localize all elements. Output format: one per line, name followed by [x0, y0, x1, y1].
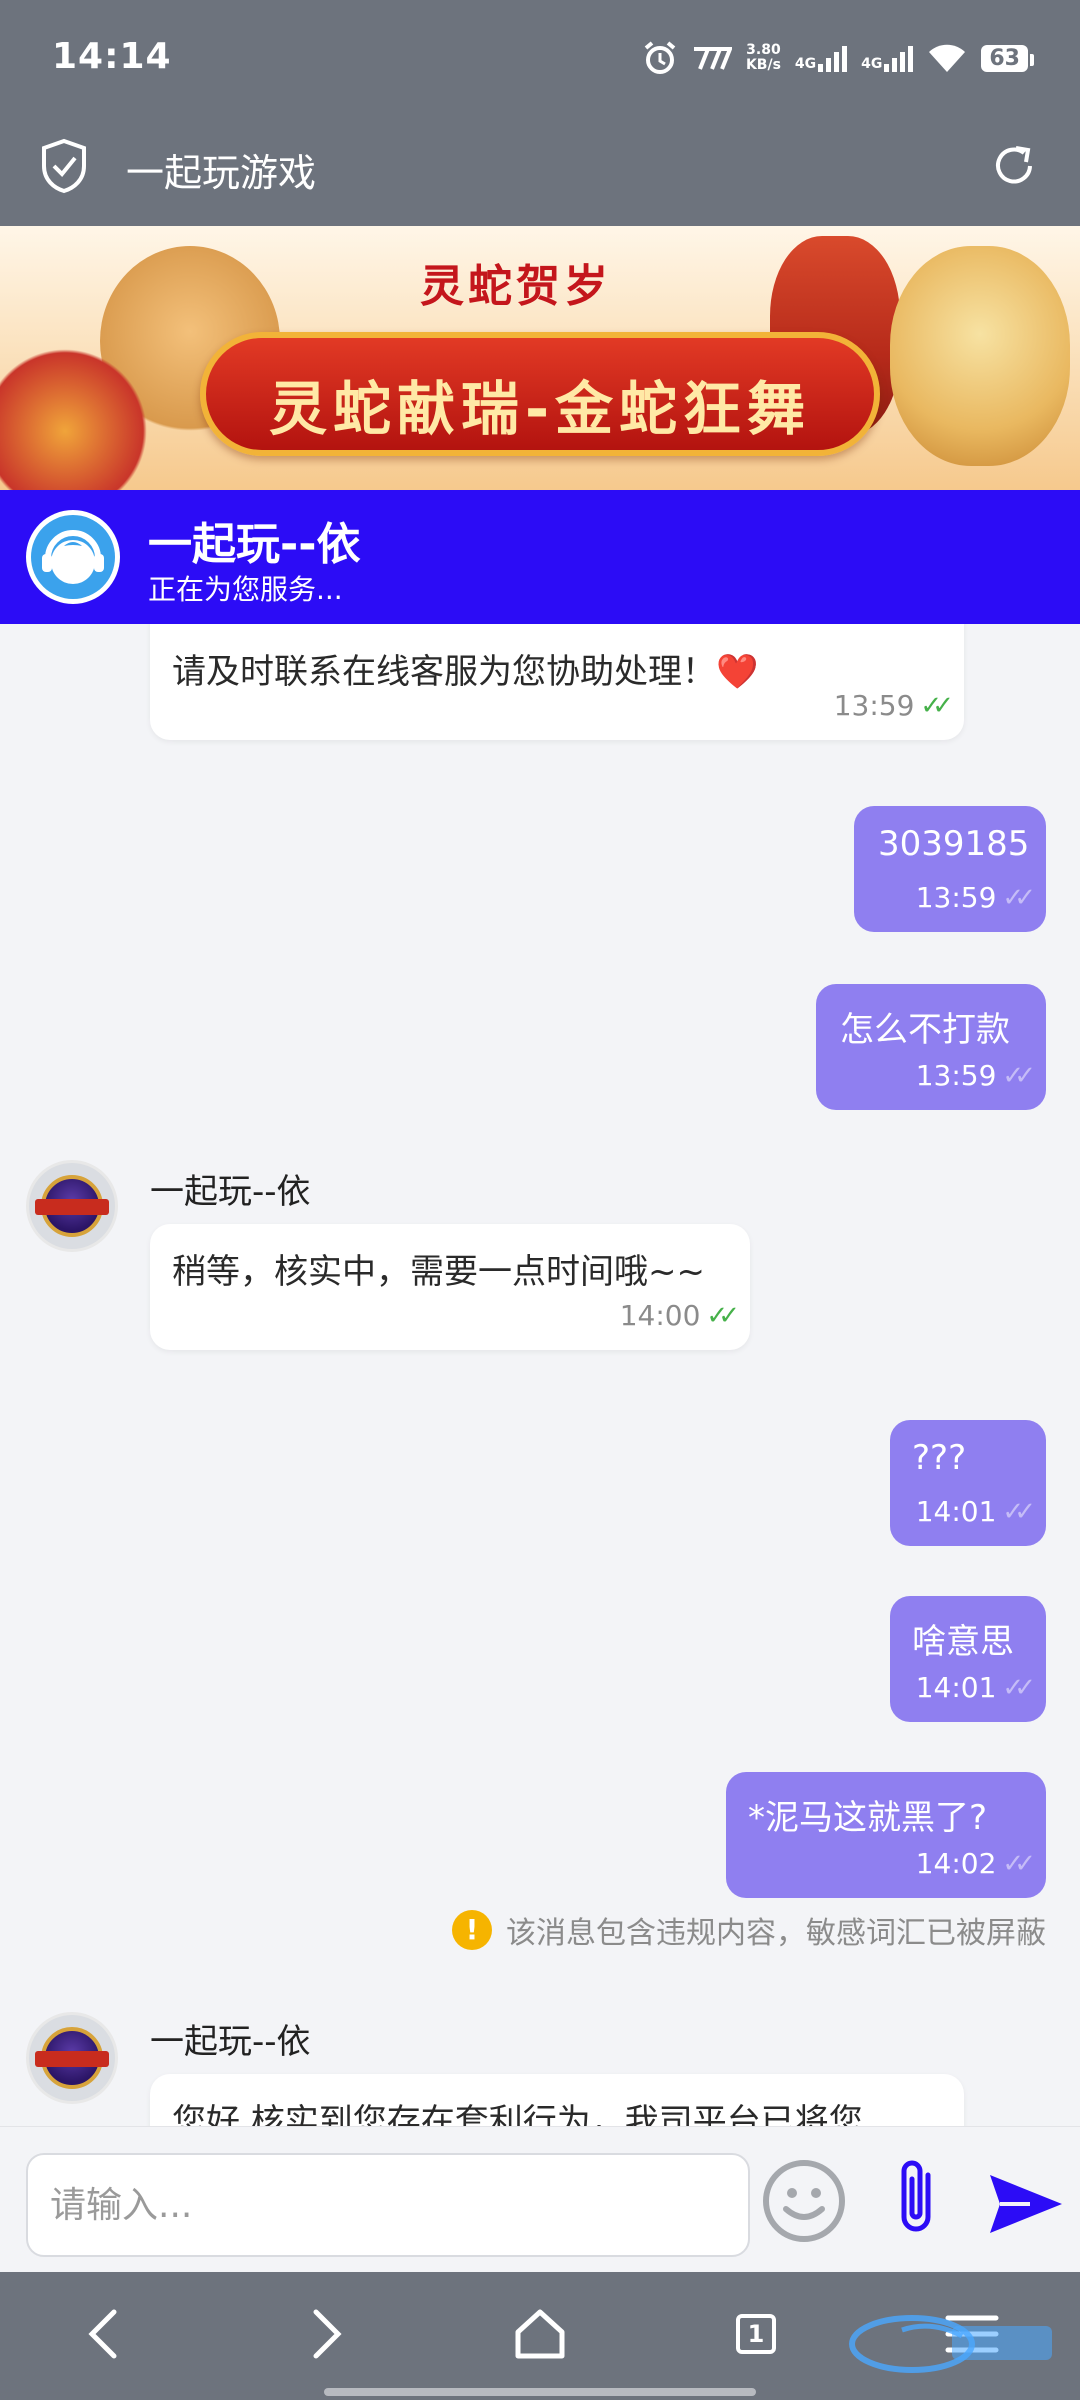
message-text: ??? [912, 1438, 967, 1478]
banner-plaque: 灵蛇献瑞-金蛇狂舞 [200, 332, 880, 456]
send-icon[interactable] [986, 2171, 1066, 2237]
watermark-logo-icon [849, 2315, 1052, 2373]
message-meta: 14:00 ✓✓ [619, 1299, 740, 1332]
browser-toolbar: 一起玩游戏 [0, 112, 1080, 226]
message-time: 14:01 [915, 1495, 997, 1528]
tab-count: 1 [736, 2314, 776, 2354]
agent-avatar[interactable] [26, 2012, 118, 2104]
wifi-icon [929, 44, 966, 72]
read-check-icon: ✓✓ [920, 690, 953, 721]
read-check-icon: ✓✓ [706, 1300, 739, 1331]
message-bubble-incoming[interactable]: 请及时联系在线客服为您协助处理！❤️ 13:59 ✓✓ [150, 624, 964, 740]
promo-banner[interactable]: 灵蛇贺岁 灵蛇献瑞-金蛇狂舞 [0, 226, 1080, 490]
network-speed: 3.80 KB/s [746, 43, 781, 73]
page-title: 一起玩游戏 [126, 151, 317, 195]
message-bubble-incoming[interactable]: 您好,核实到您存在套利行为，我司平台已将您 [150, 2074, 964, 2126]
message-text: 请及时联系在线客服为您协助处理！❤️ [172, 652, 759, 692]
message-text: 稍等，核实中，需要一点时间哦~~ [172, 1252, 705, 1292]
message-bubble-outgoing[interactable]: *泥马这就黑了? 14:02 ✓✓ [726, 1772, 1046, 1898]
signal-2: 4G [861, 44, 914, 72]
banner-tagline: 灵蛇贺岁 [420, 261, 612, 312]
clock: 14:14 [52, 36, 172, 77]
message-time: 14:01 [915, 1671, 997, 1704]
message-text: *泥马这就黑了? [748, 1798, 988, 1838]
status-bar: 14:14 3.80 KB/s 4G 4G 63 [0, 0, 1080, 112]
message-text: 您好,核实到您存在套利行为，我司平台已将您 [172, 2102, 863, 2126]
message-meta: 13:59 ✓✓ [915, 881, 1036, 914]
message-meta: 14:01 ✓✓ [915, 1495, 1036, 1528]
agent-name: 一起玩--依 [148, 519, 361, 570]
game-logo-ribbon [35, 1199, 109, 1215]
game-logo-ribbon [35, 2051, 109, 2067]
tabs-button[interactable]: 1 [716, 2294, 796, 2374]
shield-check-icon[interactable] [40, 138, 88, 194]
sender-name: 一起玩--依 [150, 1172, 311, 1212]
message-bubble-incoming[interactable]: 稍等，核实中，需要一点时间哦~~ 14:00 ✓✓ [150, 1224, 750, 1350]
message-time: 13:59 [915, 881, 997, 914]
message-bubble-outgoing[interactable]: 3039185 13:59 ✓✓ [854, 806, 1046, 932]
status-icons: 3.80 KB/s 4G 4G 63 [642, 38, 1034, 78]
back-icon[interactable] [66, 2294, 146, 2374]
snake-mascot-image [890, 246, 1070, 466]
read-check-icon: ✓✓ [1002, 1848, 1035, 1879]
censor-notice-text: 该消息包含违规内容，敏感词汇已被屏蔽 [506, 1916, 1046, 1951]
message-time: 13:59 [915, 1059, 997, 1092]
message-text: 怎么不打款 [840, 1010, 1010, 1050]
banner-headline: 灵蛇献瑞-金蛇狂舞 [268, 375, 812, 443]
signal-bars-icon [884, 44, 914, 72]
read-check-icon: ✓✓ [1002, 1060, 1035, 1091]
signal-bars-icon [818, 44, 848, 72]
support-headset-icon [31, 515, 115, 599]
reload-icon[interactable] [986, 138, 1042, 194]
attachment-clip-icon[interactable] [888, 2155, 944, 2245]
message-meta: 14:01 ✓✓ [915, 1671, 1036, 1704]
emoji-icon[interactable] [762, 2159, 846, 2243]
signal-1: 4G [794, 44, 848, 72]
message-input-box[interactable] [26, 2153, 750, 2257]
message-text: 啥意思 [912, 1622, 1014, 1662]
message-meta: 13:59 ✓✓ [833, 689, 954, 722]
message-bubble-outgoing[interactable]: 怎么不打款 13:59 ✓✓ [816, 984, 1046, 1110]
message-bubble-outgoing[interactable]: ??? 14:01 ✓✓ [890, 1420, 1046, 1546]
read-check-icon: ✓✓ [1002, 1496, 1035, 1527]
message-input[interactable] [50, 2175, 730, 2235]
alarm-icon [644, 41, 676, 74]
network-speed-value: 3.80 [746, 42, 781, 58]
read-check-icon: ✓✓ [1002, 882, 1035, 913]
message-time: 13:59 [833, 689, 915, 722]
network-speed-unit: KB/s [745, 57, 781, 73]
home-icon[interactable] [500, 2294, 580, 2374]
signal-1-label: 4G [794, 56, 817, 72]
gesture-handle[interactable] [324, 2388, 756, 2396]
agent-avatar [26, 510, 120, 604]
read-check-icon: ✓✓ [1002, 1672, 1035, 1703]
message-bubble-outgoing[interactable]: 啥意思 14:01 ✓✓ [890, 1596, 1046, 1722]
message-meta: 14:02 ✓✓ [915, 1847, 1036, 1880]
agent-status: 正在为您服务... [148, 573, 343, 606]
signal-2-label: 4G [861, 56, 883, 72]
sender-name: 一起玩--依 [150, 2022, 311, 2062]
forward-icon[interactable] [284, 2294, 364, 2374]
chat-header: 一起玩--依 正在为您服务... [0, 490, 1080, 624]
message-text: 3039185 [878, 824, 1030, 864]
agent-avatar[interactable] [26, 1160, 118, 1252]
message-time: 14:02 [915, 1847, 997, 1880]
message-meta: 13:59 ✓✓ [915, 1059, 1036, 1092]
chat-messages[interactable]: 请及时联系在线客服为您协助处理！❤️ 13:59 ✓✓ 3039185 13:5… [0, 624, 1080, 2126]
censor-notice: ! 该消息包含违规内容，敏感词汇已被屏蔽 [452, 1908, 1046, 1952]
warning-icon: ! [452, 1910, 492, 1950]
battery-indicator: 63 [981, 44, 1034, 72]
message-time: 14:00 [619, 1299, 701, 1332]
carrier-logo-icon [693, 47, 732, 70]
message-composer [0, 2126, 1080, 2272]
